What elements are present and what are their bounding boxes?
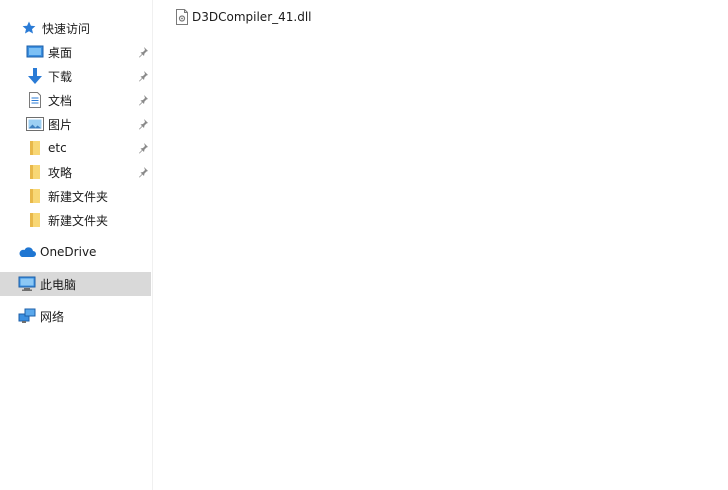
sidebar-item-etc[interactable]: etc [0,136,151,160]
sidebar-item-label: 图片 [48,117,73,132]
sidebar-item-label: 攻略 [48,165,73,180]
document-icon [26,91,44,109]
sidebar-item-label: OneDrive [40,245,97,259]
pin-icon[interactable] [137,118,149,130]
file-item[interactable]: D3DCompiler_41.dll [173,6,314,28]
quick-access-item[interactable]: 快速访问 [0,16,151,40]
sidebar-item-label: 下载 [48,69,73,84]
folder-icon [26,211,44,229]
sidebar-item-label: 文档 [48,93,73,108]
folder-icon [26,187,44,205]
sidebar-item-network[interactable]: 网络 [0,304,151,328]
sidebar-item-documents[interactable]: 文档 [0,88,151,112]
sidebar-item-this-pc[interactable]: 此电脑 [0,272,151,296]
desktop-icon [26,43,44,61]
sidebar-item-label: 新建文件夹 [48,213,109,228]
sidebar-item-label: 此电脑 [40,277,77,292]
pin-icon[interactable] [137,46,149,58]
pin-icon[interactable] [137,142,149,154]
sidebar-item-pictures[interactable]: 图片 [0,112,151,136]
folder-icon [26,163,44,181]
navigation-pane: 快速访问 桌面 下载 文档 图片 etc 攻略 新建文件夹 新建文件夹 OneD… [0,0,153,490]
sidebar-item-label: etc [48,141,67,155]
network-icon [18,307,36,325]
sidebar-item-onedrive[interactable]: OneDrive [0,240,151,264]
pictures-icon [26,115,44,133]
cloud-icon [18,243,36,261]
file-list-pane: D3DCompiler_41.dll [153,0,728,490]
pin-icon[interactable] [137,94,149,106]
computer-icon [18,275,36,293]
sidebar-item-new-folder[interactable]: 新建文件夹 [0,208,151,232]
sidebar-item-desktop[interactable]: 桌面 [0,40,151,64]
pin-icon[interactable] [137,70,149,82]
sidebar-item-label: 桌面 [48,45,73,60]
sidebar-item-downloads[interactable]: 下载 [0,64,151,88]
file-name: D3DCompiler_41.dll [192,10,312,24]
dll-file-icon [175,9,189,25]
sidebar-item-new-folder[interactable]: 新建文件夹 [0,184,151,208]
sidebar-item-label: 新建文件夹 [48,189,109,204]
pin-icon[interactable] [137,166,149,178]
quick-access-label: 快速访问 [42,21,91,36]
sidebar-item-label: 网络 [40,309,65,324]
folder-icon [26,139,44,157]
download-arrow-icon [26,67,44,85]
star-icon [20,19,38,37]
sidebar-item-guides[interactable]: 攻略 [0,160,151,184]
